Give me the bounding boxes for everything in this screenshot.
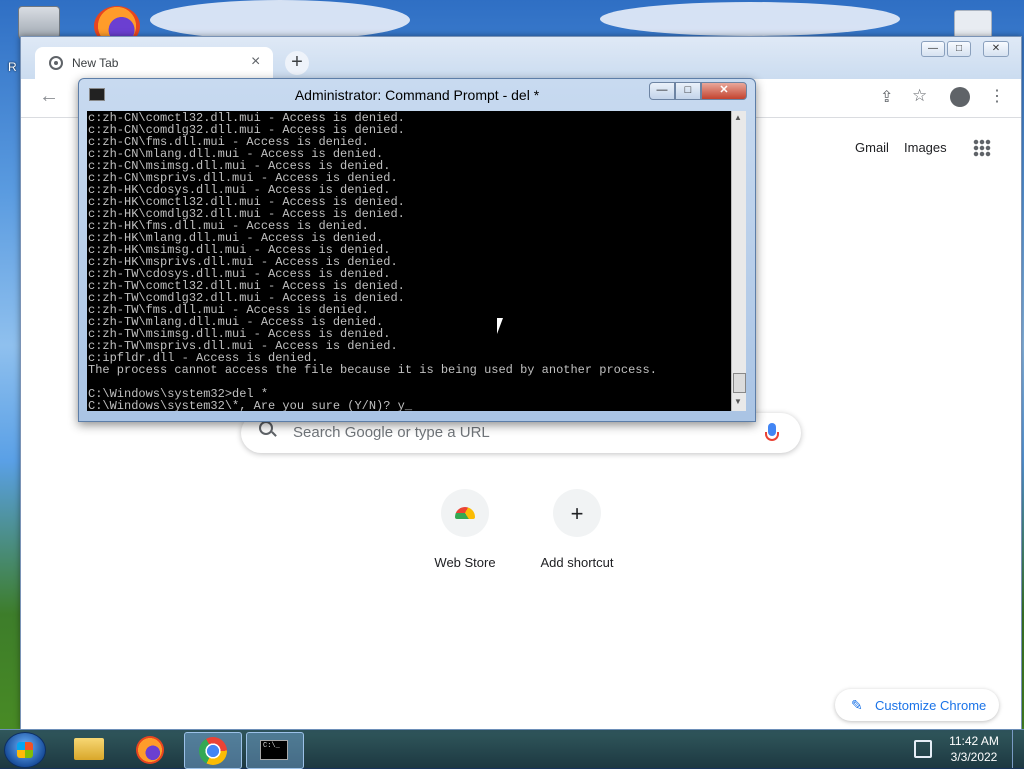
search-input[interactable]: Search Google or type a URL xyxy=(293,424,490,441)
command-prompt-window[interactable]: Administrator: Command Prompt - del * — … xyxy=(78,78,756,422)
taskbar: C:\_ 11:42 AM 3/3/2022 xyxy=(0,729,1024,769)
tab-new-tab[interactable]: New Tab × xyxy=(35,47,273,79)
close-button[interactable]: ✕ xyxy=(701,82,747,100)
search-icon xyxy=(259,421,273,435)
new-tab-button[interactable]: + xyxy=(285,51,309,75)
desktop-icon-label: R xyxy=(8,60,17,74)
scroll-up-icon[interactable]: ▲ xyxy=(734,113,742,122)
clock-date[interactable]: 3/3/2022 xyxy=(944,750,1004,764)
folder-icon xyxy=(74,738,104,760)
scroll-down-icon[interactable]: ▼ xyxy=(734,397,742,406)
profile-avatar-icon[interactable] xyxy=(950,87,970,107)
command-prompt-icon: C:\_ xyxy=(260,740,288,760)
console-line: The process cannot access the file becau… xyxy=(88,363,657,377)
tab-close-icon[interactable]: × xyxy=(251,53,260,71)
bookmark-star-icon[interactable]: ☆ xyxy=(912,86,927,106)
close-button[interactable]: ✕ xyxy=(983,41,1009,57)
shortcut-label: Web Store xyxy=(434,555,496,570)
tab-strip: New Tab × + — □ ✕ xyxy=(21,37,1021,79)
clock-time[interactable]: 11:42 AM xyxy=(944,734,1004,748)
minimize-button[interactable]: — xyxy=(649,82,675,100)
taskbar-cmd-button[interactable]: C:\_ xyxy=(246,732,304,769)
firefox-icon xyxy=(136,736,164,764)
mouse-pointer-icon xyxy=(497,318,509,334)
console-line: C:\Windows\system32\*, Are you sure (Y/N… xyxy=(88,399,413,411)
scroll-thumb[interactable] xyxy=(733,373,746,393)
taskbar-explorer-button[interactable] xyxy=(62,732,118,767)
vertical-scrollbar[interactable]: ▲ ▼ xyxy=(731,111,746,411)
tab-title: New Tab xyxy=(72,56,119,70)
chrome-icon xyxy=(199,737,227,765)
maximize-button[interactable]: □ xyxy=(947,41,971,57)
network-icon[interactable] xyxy=(914,740,932,758)
shortcut-label: Add shortcut xyxy=(540,555,614,570)
shortcut-tile: + xyxy=(553,489,601,537)
show-desktop-button[interactable] xyxy=(1012,730,1024,768)
taskbar-chrome-button[interactable] xyxy=(184,732,242,769)
microphone-icon[interactable] xyxy=(765,423,779,441)
add-shortcut-button[interactable]: + Add shortcut xyxy=(522,489,632,570)
minimize-button[interactable]: — xyxy=(921,41,945,57)
back-button[interactable]: ← xyxy=(39,85,59,108)
share-icon[interactable]: ⇪ xyxy=(880,87,893,107)
plus-icon: + xyxy=(570,501,584,526)
web-store-shortcut[interactable]: Web Store xyxy=(410,489,520,570)
start-button[interactable] xyxy=(4,732,46,768)
desktop-cloud xyxy=(600,2,900,36)
windows-logo-icon xyxy=(17,742,33,758)
desktop-cloud xyxy=(150,0,410,40)
menu-dots-icon[interactable]: ⋮ xyxy=(989,86,1005,106)
chrome-favicon-icon xyxy=(49,56,63,70)
customize-chrome-button[interactable]: ✎ Customize Chrome xyxy=(835,689,999,721)
apps-grid-icon[interactable] xyxy=(973,139,991,157)
customize-chrome-label: Customize Chrome xyxy=(875,698,987,713)
console-lines: c:zh-CN\comctl32.dll.mui - Access is den… xyxy=(87,111,731,411)
maximize-button[interactable]: □ xyxy=(675,82,701,100)
shortcut-tile xyxy=(441,489,489,537)
taskbar-firefox-button[interactable] xyxy=(122,732,178,767)
console-output[interactable]: c:zh-CN\comctl32.dll.mui - Access is den… xyxy=(87,111,731,411)
pencil-icon: ✎ xyxy=(851,697,863,713)
images-link[interactable]: Images xyxy=(904,140,947,155)
gmail-link[interactable]: Gmail xyxy=(855,140,889,155)
web-store-icon xyxy=(455,507,475,519)
